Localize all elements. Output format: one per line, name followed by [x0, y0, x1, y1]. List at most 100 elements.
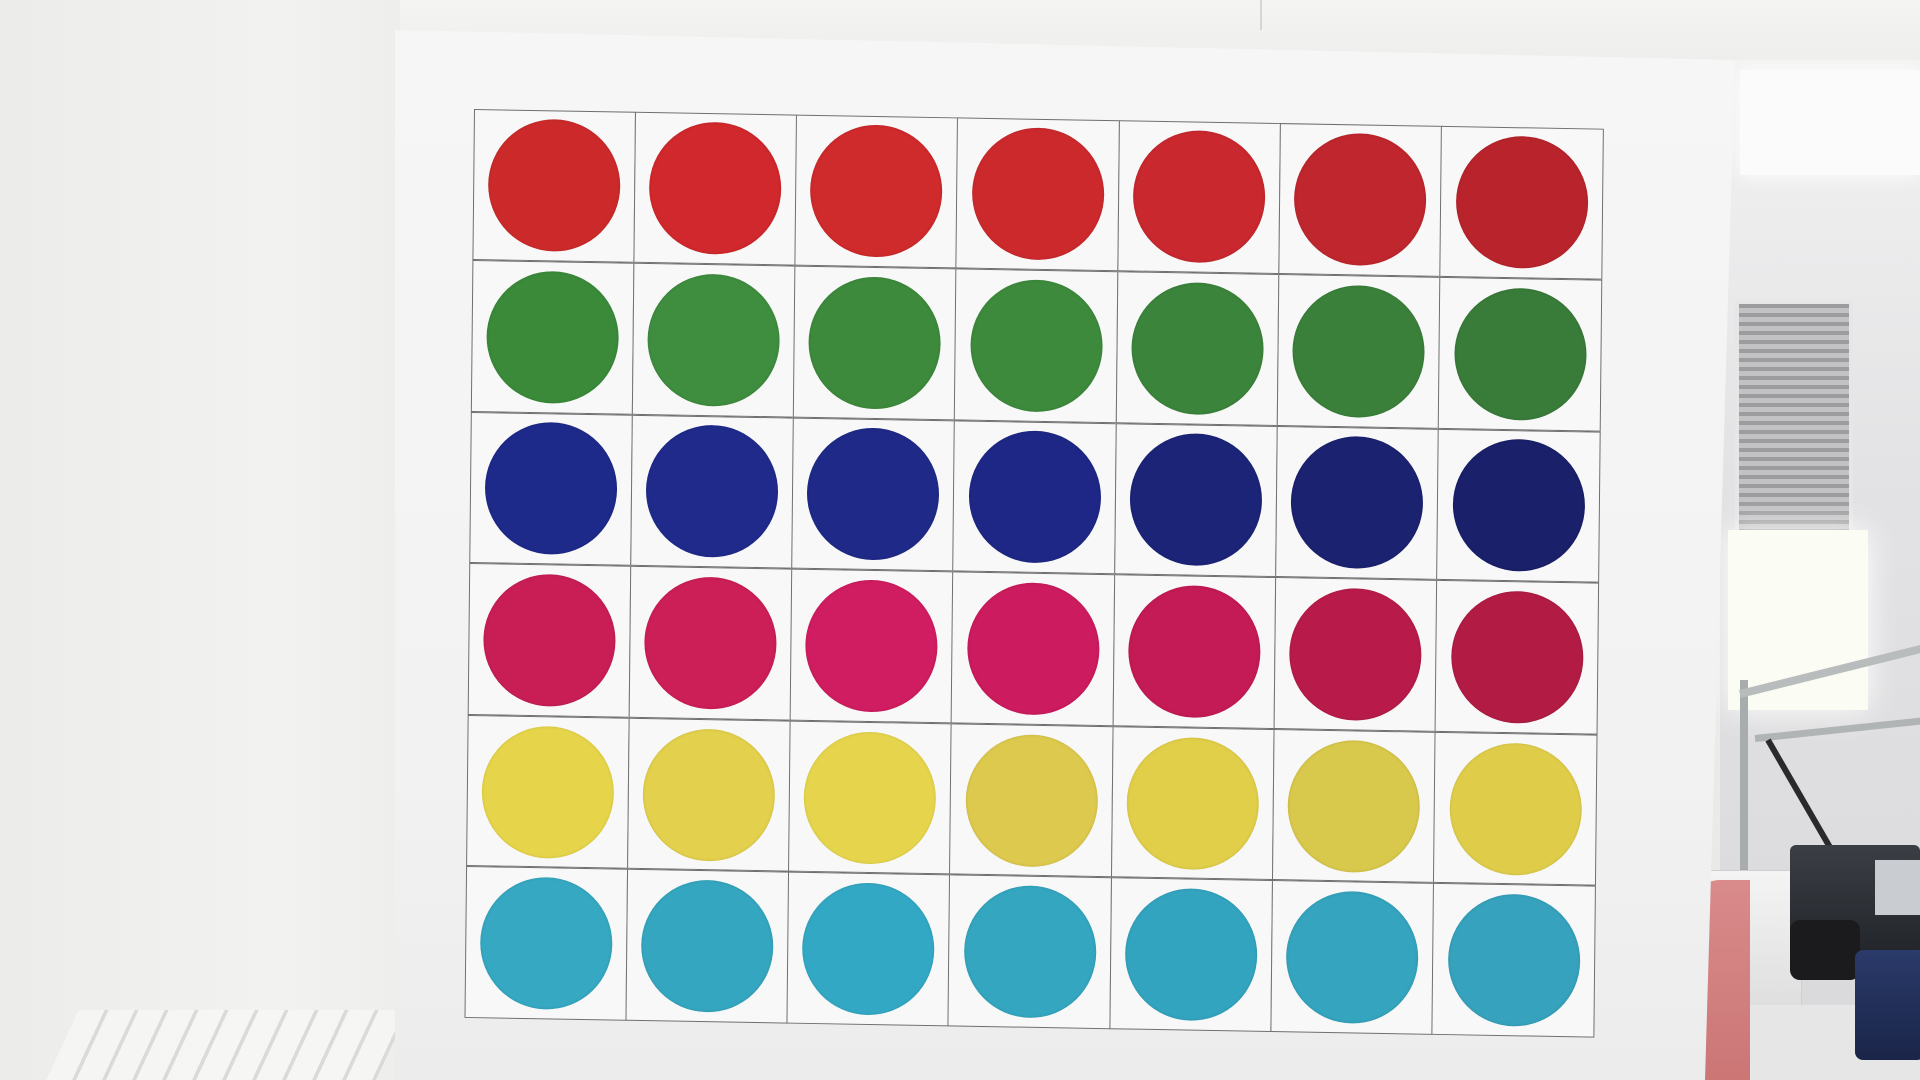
- blue-dot: [968, 430, 1102, 565]
- grid-cell: [1278, 122, 1443, 277]
- blue-dot: [1451, 438, 1586, 573]
- left-wall: [0, 0, 400, 1080]
- cyan-dot: [640, 879, 775, 1014]
- grid-cell: [1273, 577, 1438, 732]
- yellow-dot: [1448, 741, 1583, 877]
- green-dot: [485, 270, 620, 405]
- grid-cell: [1113, 422, 1279, 578]
- cyan-dot: [1124, 887, 1258, 1023]
- red-dot: [1293, 132, 1428, 267]
- yellow-dot: [481, 724, 615, 860]
- red-dot: [648, 121, 783, 256]
- grid-cell: [1436, 428, 1601, 583]
- green-dot: [647, 272, 781, 408]
- machine-panel: [1875, 860, 1920, 915]
- cyan-dot: [802, 882, 936, 1017]
- grid-cell: [1270, 880, 1435, 1035]
- green-dot: [1292, 284, 1426, 419]
- grid-cell: [1434, 580, 1600, 735]
- magenta-dot: [1450, 590, 1584, 725]
- grid-cell: [1271, 728, 1437, 884]
- grid-cell: [628, 566, 793, 721]
- grid-cell: [947, 874, 1113, 1030]
- red-dot: [809, 124, 944, 259]
- grid-cell: [786, 872, 951, 1027]
- magenta-dot: [805, 578, 939, 714]
- grid-cell: [468, 411, 634, 567]
- ceiling-tile-edge: [1260, 0, 1262, 30]
- grid-cell: [791, 417, 956, 572]
- grid-cell: [789, 568, 955, 724]
- grid-cell: [465, 714, 630, 870]
- red-dot: [971, 126, 1105, 262]
- grid-cell: [792, 265, 958, 421]
- grid-cell: [950, 571, 1116, 727]
- green-dot: [969, 278, 1104, 413]
- grid-cell: [633, 111, 798, 266]
- camera-device: [1790, 920, 1860, 980]
- grid-cell: [626, 717, 792, 873]
- grid-row-magenta: [467, 563, 1610, 736]
- grid-cell: [949, 723, 1114, 878]
- grid-cell: [1431, 883, 1597, 1038]
- magenta-dot: [1289, 587, 1423, 722]
- green-dot: [1453, 287, 1587, 422]
- grid-cell: [1275, 425, 1440, 581]
- grid-row-cyan: [463, 866, 1606, 1039]
- green-dot: [808, 275, 942, 411]
- blue-case: [1855, 950, 1920, 1060]
- grid-cell: [1276, 274, 1442, 429]
- cyan-dot: [963, 884, 1097, 1020]
- grid-cell: [1109, 877, 1274, 1033]
- grid-cell: [1433, 731, 1598, 887]
- radiator: [41, 1010, 409, 1080]
- blue-dot: [1290, 435, 1424, 571]
- grid-cell: [1115, 271, 1280, 426]
- grid-cell: [955, 116, 1121, 272]
- grid-row-green: [470, 260, 1613, 433]
- green-dot: [1130, 281, 1265, 416]
- grid-cell: [1117, 119, 1282, 275]
- grid-cell: [1439, 125, 1604, 280]
- blue-dot: [484, 421, 618, 557]
- grid-cell: [1110, 726, 1276, 881]
- yellow-dot: [1287, 738, 1421, 874]
- grid-cell: [1437, 276, 1603, 432]
- magenta-dot: [1127, 584, 1262, 719]
- yellow-dot: [642, 727, 776, 862]
- yellow-dot: [1126, 736, 1260, 871]
- grid-cell: [952, 420, 1117, 575]
- grid-cell: [467, 563, 632, 718]
- grid-row-yellow: [465, 714, 1608, 887]
- photo-scene: [0, 0, 1920, 1080]
- grid-cell: [954, 268, 1119, 423]
- grid-cell: [625, 869, 790, 1024]
- yellow-dot: [964, 733, 1099, 868]
- cyan-dot: [1285, 890, 1420, 1025]
- blue-dot: [806, 427, 941, 562]
- grid-cell: [463, 866, 629, 1021]
- grid-cell: [630, 414, 795, 569]
- window-blind: [1735, 300, 1853, 538]
- grid-cell: [471, 108, 637, 263]
- grid-row-red: [471, 108, 1614, 281]
- red-dot: [1132, 129, 1266, 265]
- blue-dot: [645, 424, 779, 559]
- magenta-dot: [482, 573, 617, 708]
- magenta-dot: [966, 581, 1100, 717]
- grid-cell: [470, 260, 635, 415]
- yellow-dot: [803, 730, 937, 865]
- color-dot-grid: [463, 108, 1614, 1040]
- red-dot: [487, 118, 621, 253]
- grid-cell: [788, 720, 953, 875]
- grid-cell: [794, 114, 959, 269]
- grid-cell: [631, 262, 796, 418]
- grid-cell: [1112, 574, 1277, 729]
- ceiling-lamp: [1740, 70, 1920, 175]
- blue-dot: [1129, 432, 1263, 568]
- cyan-dot: [1447, 893, 1581, 1028]
- red-dot: [1455, 135, 1589, 270]
- grid-row-blue: [468, 411, 1611, 584]
- magenta-dot: [643, 576, 778, 711]
- cyan-dot: [479, 876, 613, 1011]
